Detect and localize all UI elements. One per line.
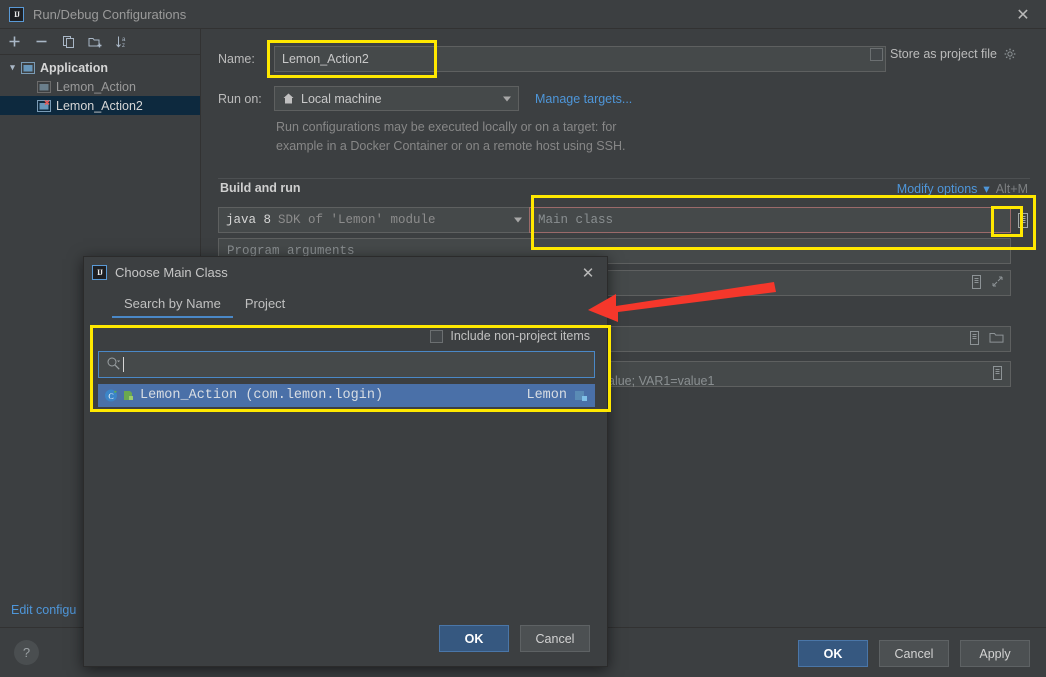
modal-titlebar: IJ Choose Main Class ✕ — [84, 257, 607, 288]
edit-templates-link[interactable]: Edit configu — [11, 603, 76, 617]
chevron-down-icon: ▾ — [10, 62, 15, 72]
intellij-idea-logo-icon: IJ — [9, 6, 24, 22]
tab-search-by-name[interactable]: Search by Name — [112, 288, 233, 318]
run-on-label: Run on: — [218, 91, 262, 106]
modal-cancel-button[interactable]: Cancel — [520, 625, 590, 652]
class-search-input[interactable] — [98, 351, 595, 378]
section-divider — [218, 178, 1030, 179]
tree-group-label: Application — [40, 60, 109, 75]
cancel-button[interactable]: Cancel — [879, 640, 949, 667]
ok-button[interactable]: OK — [798, 640, 868, 667]
chevron-down-icon — [514, 217, 522, 223]
run-on-hint-line2: example in a Docker Container or on a re… — [276, 139, 626, 153]
expand-arrows-icon[interactable] — [991, 275, 1004, 291]
include-non-project-items-label: Include non-project items — [450, 329, 590, 343]
folder-icon[interactable] — [989, 331, 1004, 347]
configurations-tree: ▾ Application Lemon_Action Lemon_Action2 — [0, 55, 200, 115]
text-caret — [123, 357, 124, 372]
sidebar-item-lemon-action[interactable]: Lemon_Action — [0, 77, 200, 96]
run-on-row: Run on: Local machine Manage targets... — [218, 86, 632, 111]
sort-alpha-icon[interactable]: a z — [114, 33, 131, 50]
run-on-hint: Run configurations may be executed local… — [276, 118, 836, 156]
run-on-value: Local machine — [301, 91, 382, 106]
run-on-select[interactable]: Local machine — [274, 86, 519, 111]
modify-options-row: Modify options ▾ Alt+M — [897, 181, 1028, 197]
window-close-button[interactable]: ✕ — [1000, 0, 1046, 29]
application-icon — [21, 61, 35, 74]
module-icon — [574, 389, 589, 403]
modal-ok-button[interactable]: OK — [439, 625, 509, 652]
jre-description: SDK of 'Lemon' module — [278, 213, 436, 227]
add-configuration-button[interactable] — [6, 33, 23, 50]
list-item-module-name: Lemon — [526, 388, 567, 403]
list-item-class-name: Lemon_Action (com.lemon.login) — [140, 388, 384, 403]
macro-icon[interactable] — [968, 330, 981, 348]
main-class-input[interactable]: Main class — [529, 207, 1028, 233]
sidebar-item-lemon-action2[interactable]: Lemon_Action2 — [0, 96, 200, 115]
run-debug-configurations-window: IJ Run/Debug Configurations ✕ a z ▾ Appl… — [0, 0, 1046, 677]
application-icon — [37, 80, 51, 93]
modal-footer-buttons: OK Cancel — [439, 625, 590, 652]
manage-targets-link[interactable]: Manage targets... — [535, 92, 632, 106]
sidebar-toolbar: a z — [0, 29, 200, 55]
search-icon — [106, 356, 121, 374]
store-as-project-file-label: Store as project file — [890, 47, 997, 61]
store-as-project-file-checkbox[interactable] — [870, 47, 883, 61]
modal-title: Choose Main Class — [115, 265, 228, 280]
modal-close-button[interactable]: ✕ — [577, 263, 599, 283]
apply-button[interactable]: Apply — [960, 640, 1030, 667]
name-input[interactable]: Lemon_Action2 — [274, 46, 886, 72]
jre-select[interactable]: java 8 SDK of 'Lemon' module — [218, 207, 530, 233]
choose-main-class-dialog: IJ Choose Main Class ✕ Search by Name Pr… — [83, 256, 608, 667]
list-item[interactable]: C Lemon_Action (com.lemon.login) Lemon — [98, 384, 595, 407]
home-icon — [282, 92, 295, 105]
environment-variables-hint: alue; VAR1=value1 — [608, 374, 715, 388]
run-on-hint-line1: Run configurations may be executed local… — [276, 120, 617, 134]
include-non-project-items-row[interactable]: Include non-project items — [430, 329, 590, 343]
copy-configuration-icon[interactable] — [60, 33, 77, 50]
jre-keyword: java 8 — [226, 213, 272, 227]
help-button[interactable]: ? — [14, 640, 39, 665]
sidebar-item-label: Lemon_Action — [56, 79, 136, 94]
green-run-marker-icon — [122, 389, 134, 402]
name-label: Name: — [218, 52, 255, 66]
expand-icon[interactable] — [970, 274, 983, 292]
window-title: Run/Debug Configurations — [33, 6, 187, 22]
sidebar-item-label: Lemon_Action2 — [56, 98, 143, 113]
window-titlebar: IJ Run/Debug Configurations ✕ — [0, 0, 1046, 29]
main-class-placeholder: Main class — [538, 213, 614, 227]
dialog-footer-buttons: OK Cancel Apply — [798, 640, 1030, 667]
tab-project[interactable]: Project — [233, 288, 297, 318]
remove-configuration-button[interactable] — [33, 33, 50, 50]
chevron-down-icon[interactable]: ▾ — [983, 181, 989, 196]
intellij-idea-logo-icon: IJ — [92, 265, 107, 280]
include-non-project-items-checkbox[interactable] — [430, 329, 444, 343]
modify-options-shortcut: Alt+M — [995, 181, 1028, 196]
main-class-browse-button[interactable] — [1011, 208, 1035, 233]
macro-icon[interactable] — [991, 365, 1004, 383]
java-class-icon: C — [104, 388, 119, 403]
application-error-icon — [37, 99, 51, 112]
svg-text:C: C — [108, 392, 113, 401]
tree-group-application[interactable]: ▾ Application — [0, 58, 200, 77]
store-as-project-file-row[interactable]: Store as project file — [870, 47, 1017, 61]
chevron-down-icon — [503, 96, 511, 101]
modal-tabs: Search by Name Project — [84, 288, 607, 318]
svg-text:z: z — [122, 43, 125, 49]
build-and-run-title: Build and run — [220, 181, 301, 195]
new-folder-icon[interactable] — [87, 33, 104, 50]
modify-options-link[interactable]: Modify options — [897, 182, 978, 196]
gear-icon[interactable] — [1004, 48, 1017, 61]
